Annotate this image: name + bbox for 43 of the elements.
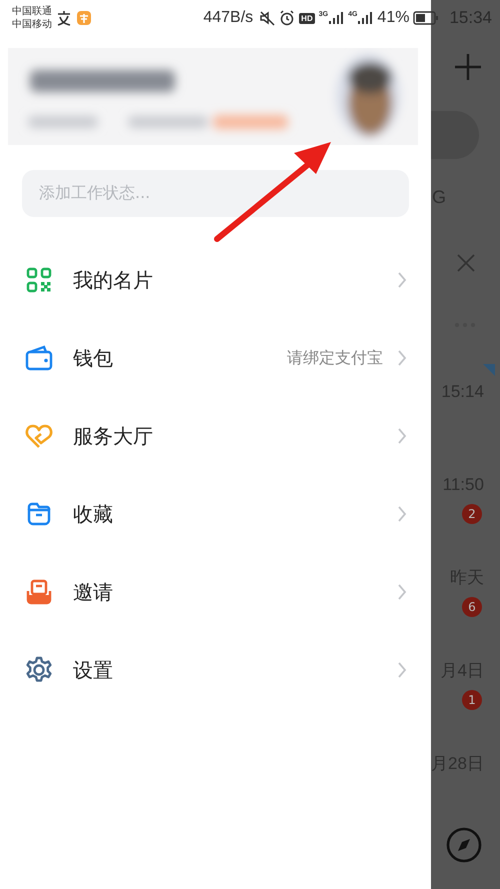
folder-icon xyxy=(25,500,53,528)
compass-icon[interactable] xyxy=(446,827,482,863)
qr-code-icon xyxy=(25,266,53,294)
chevron-icon xyxy=(397,271,407,289)
app-icon xyxy=(56,10,72,26)
menu-label: 服务大厅 xyxy=(73,422,153,450)
network-speed: 447B/s xyxy=(203,9,254,27)
unread-badge: 2 xyxy=(462,504,482,524)
menu-label: 我的名片 xyxy=(73,266,153,294)
carrier-name: 中国联通 xyxy=(12,5,52,18)
menu-item[interactable]: 邀请 xyxy=(0,553,431,631)
menu-item[interactable]: 设置 xyxy=(0,631,431,709)
wallet-icon xyxy=(25,344,53,372)
chevron-icon xyxy=(397,505,407,523)
corner-mark-icon xyxy=(483,364,495,376)
chevron-icon xyxy=(397,349,407,367)
battery-level: 41% xyxy=(377,9,410,27)
mute-icon xyxy=(259,10,276,26)
signal-icon xyxy=(357,11,374,25)
chevron-icon xyxy=(397,583,407,601)
unread-badge: 1 xyxy=(462,690,482,710)
settings-icon xyxy=(25,656,53,684)
chevron-icon xyxy=(397,661,407,679)
menu-detail: 请绑定支付宝 xyxy=(287,348,383,368)
carrier-name: 中国移动 xyxy=(12,18,52,31)
hd-label: HD xyxy=(299,12,315,24)
unread-badge: 6 xyxy=(462,597,482,617)
menu-item[interactable]: 钱包 请绑定支付宝 xyxy=(0,319,431,397)
menu-item[interactable]: 收藏 xyxy=(0,475,431,553)
app-icon xyxy=(76,10,92,26)
menu-label: 设置 xyxy=(73,656,113,684)
alarm-icon xyxy=(279,10,296,26)
signal-icon xyxy=(328,11,344,25)
menu-item[interactable]: 我的名片 xyxy=(0,241,431,319)
menu-item[interactable]: 服务大厅 xyxy=(0,397,431,475)
search-bar[interactable] xyxy=(431,111,479,159)
plus-icon[interactable] xyxy=(453,52,483,82)
close-icon[interactable] xyxy=(456,253,476,273)
menu-label: 邀请 xyxy=(73,578,113,606)
chevron-icon xyxy=(397,427,407,445)
menu-label: 钱包 xyxy=(73,344,113,372)
menu-label: 收藏 xyxy=(73,500,113,528)
battery-icon xyxy=(413,11,440,25)
